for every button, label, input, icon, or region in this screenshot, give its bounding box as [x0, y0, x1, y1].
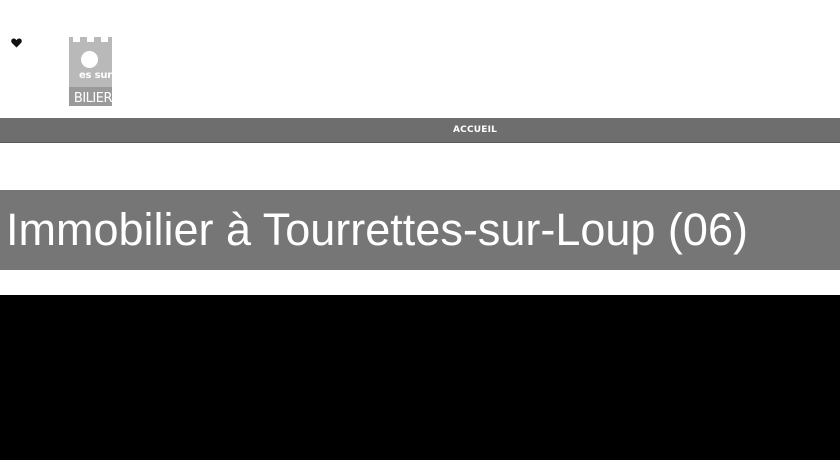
logo-disc — [81, 51, 98, 68]
logo-crenel — [101, 37, 108, 42]
logo-text-line2: BILIER — [73, 91, 112, 106]
page: es sur BILIER ACCUEIL Immobilier à Tourr… — [0, 0, 840, 460]
main-navbar: ACCUEIL — [0, 118, 840, 143]
content-area — [0, 295, 840, 460]
logo-crenel — [87, 37, 94, 42]
logo-text-line1: es sur — [78, 70, 112, 81]
page-title: Immobilier à Tourrettes-sur-Loup (06) — [6, 204, 748, 255]
site-logo[interactable]: es sur BILIER — [69, 37, 112, 106]
logo-crenel — [73, 37, 80, 42]
nav-item-accueil[interactable]: ACCUEIL — [453, 118, 497, 142]
heart-icon[interactable] — [11, 33, 22, 48]
title-band: Immobilier à Tourrettes-sur-Loup (06) — [0, 190, 840, 270]
heart-icon-glyph — [11, 38, 22, 48]
